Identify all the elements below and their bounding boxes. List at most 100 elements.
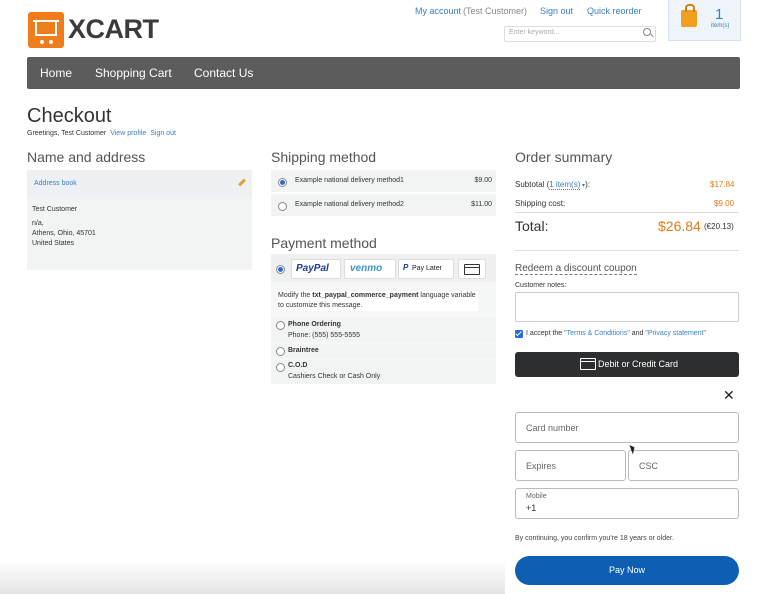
subtotal-value: $17.84: [710, 180, 735, 189]
radio-icon[interactable]: [278, 202, 287, 211]
total-alt-currency: (€20.13): [704, 222, 734, 231]
subtotal-close: ):: [585, 180, 590, 189]
debit-credit-card-button[interactable]: Debit or Credit Card: [515, 352, 739, 377]
close-icon[interactable]: ✕: [723, 387, 735, 404]
csc-field[interactable]: CSC: [628, 450, 739, 481]
payment-option-braintree[interactable]: Braintree: [271, 344, 496, 358]
radio-selected-icon[interactable]: [276, 265, 285, 274]
quick-reorder-link[interactable]: Quick reorder: [587, 6, 642, 16]
cart-items-label: item(s): [711, 23, 730, 29]
accept-and: and: [629, 330, 646, 337]
account-user: (Test Customer): [463, 6, 528, 16]
nav-shopping-cart[interactable]: Shopping Cart: [95, 66, 172, 80]
paypal-button[interactable]: PayPal: [291, 259, 341, 279]
nav-contact-us[interactable]: Contact Us: [194, 66, 253, 80]
sign-out-link[interactable]: Sign out: [540, 6, 573, 16]
card-number-placeholder: Card number: [526, 423, 579, 433]
shipping-cost-value: $9.00: [714, 199, 735, 208]
shipping-cost-label: Shipping cost:: [515, 199, 566, 208]
cart-count: 1: [715, 6, 724, 23]
subtotal-text: Subtotal (: [515, 180, 550, 189]
radio-icon[interactable]: [276, 347, 285, 356]
page-title: Checkout: [27, 105, 112, 127]
search-input[interactable]: Enter keyword...: [504, 26, 656, 42]
address-line2: Athens, Ohio, 45701: [32, 230, 96, 237]
shipping-option[interactable]: Example national delivery method2 $11.00: [271, 194, 496, 216]
shipping-option-price: $11.00: [471, 201, 492, 208]
shipping-option[interactable]: Example national delivery method1 $9.00: [271, 170, 496, 192]
divider: [515, 212, 739, 213]
payment-option-detail: Phone: (555) 555-5555: [288, 332, 360, 339]
redeem-coupon-link[interactable]: Redeem a discount coupon: [515, 263, 637, 275]
venmo-button[interactable]: venmo: [344, 259, 396, 279]
address-country: United States: [32, 240, 75, 247]
logo-text[interactable]: XCART: [68, 14, 159, 45]
my-account-link[interactable]: My account: [415, 6, 461, 16]
main-nav: Home Shopping Cart Contact Us: [27, 57, 740, 89]
payment-panel: PayPal venmo P Pay Later Modify the txt_…: [271, 254, 496, 384]
address-book-link[interactable]: Address book: [34, 180, 77, 187]
xcart-logo-icon[interactable]: [28, 12, 64, 48]
csc-placeholder: CSC: [639, 461, 659, 471]
card-payment-button[interactable]: [458, 259, 486, 279]
customer-notes-label: Customer notes:: [515, 282, 567, 289]
pencil-edit-icon[interactable]: [238, 178, 246, 187]
payment-option-name: C.O.D: [288, 362, 308, 369]
greeting-text: Greetings, Test Customer: [27, 130, 107, 137]
mini-cart[interactable]: 1 item(s): [668, 0, 741, 41]
nav-home[interactable]: Home: [40, 66, 72, 80]
search-placeholder: Enter keyword...: [509, 29, 560, 36]
accept-terms-checkbox[interactable]: [515, 330, 523, 338]
total-value: $26.84: [658, 218, 701, 234]
modify-pre: Modify the: [278, 292, 313, 299]
paypal-label: PayPal: [296, 263, 329, 274]
total-label: Total:: [515, 218, 549, 234]
pay-now-label: Pay Now: [608, 565, 645, 575]
mobile-label: Mobile: [526, 493, 547, 500]
address-name: Test Customer: [32, 206, 78, 213]
expires-field[interactable]: Expires: [515, 450, 626, 481]
shipping-option-label: Example national delivery method1: [295, 177, 404, 184]
address-line1: n/a,: [32, 220, 44, 227]
view-profile-link[interactable]: View profile: [110, 130, 146, 137]
paylater-label: Pay Later: [412, 265, 442, 272]
expires-placeholder: Expires: [526, 461, 557, 471]
payment-option-detail: Cashiers Check or Cash Only: [288, 373, 381, 380]
shipping-option-price: $9.00: [474, 177, 492, 184]
age-confirm-text: By continuing, you confirm you're 18 yea…: [515, 535, 674, 542]
shopping-bag-icon: [681, 4, 697, 27]
paylater-button[interactable]: P Pay Later: [398, 259, 454, 279]
paypal-message: Modify the txt_paypal_commerce_payment l…: [278, 291, 478, 311]
payment-heading: Payment method: [271, 235, 377, 251]
mobile-value: +1: [526, 503, 537, 513]
customer-notes-textarea[interactable]: [515, 292, 739, 322]
payment-option-phone[interactable]: Phone Ordering Phone: (555) 555-5555: [271, 318, 496, 342]
search-icon[interactable]: [643, 28, 651, 36]
credit-card-icon: [580, 358, 596, 370]
shipping-option-label: Example national delivery method2: [295, 201, 404, 208]
address-heading: Name and address: [27, 149, 146, 165]
payment-option-cod[interactable]: C.O.D Cashiers Check or Cash Only: [271, 360, 496, 384]
divider: [515, 250, 739, 251]
card-number-field[interactable]: Card number: [515, 412, 739, 443]
greeting: Greetings, Test Customer View profile Si…: [27, 130, 176, 137]
pay-now-button[interactable]: Pay Now: [515, 556, 739, 585]
credit-card-icon: [464, 264, 480, 275]
radio-icon[interactable]: [276, 321, 285, 330]
terms-link[interactable]: "Terms & Conditions": [564, 330, 630, 337]
radio-icon[interactable]: [276, 363, 285, 372]
paypal-p-icon: P: [403, 263, 409, 272]
mobile-field[interactable]: Mobile +1: [515, 488, 739, 519]
card-button-label: Debit or Credit Card: [598, 359, 679, 369]
payment-option-name: Phone Ordering: [288, 321, 341, 328]
accept-terms-text: I accept the "Terms & Conditions" and "P…: [526, 330, 706, 337]
privacy-link[interactable]: "Privacy statement": [645, 330, 706, 337]
radio-selected-icon[interactable]: [278, 178, 287, 187]
payment-option-name: Braintree: [288, 347, 319, 354]
order-summary-heading: Order summary: [515, 149, 613, 165]
subtotal-label: Subtotal (1 item(s) ▾):: [515, 180, 590, 190]
greeting-sign-out-link[interactable]: Sign out: [150, 130, 176, 137]
subtotal-items-link[interactable]: 1 item(s): [549, 180, 581, 190]
address-panel: Address book Test Customer n/a, Athens, …: [27, 170, 252, 270]
bottom-shade: [0, 560, 505, 594]
